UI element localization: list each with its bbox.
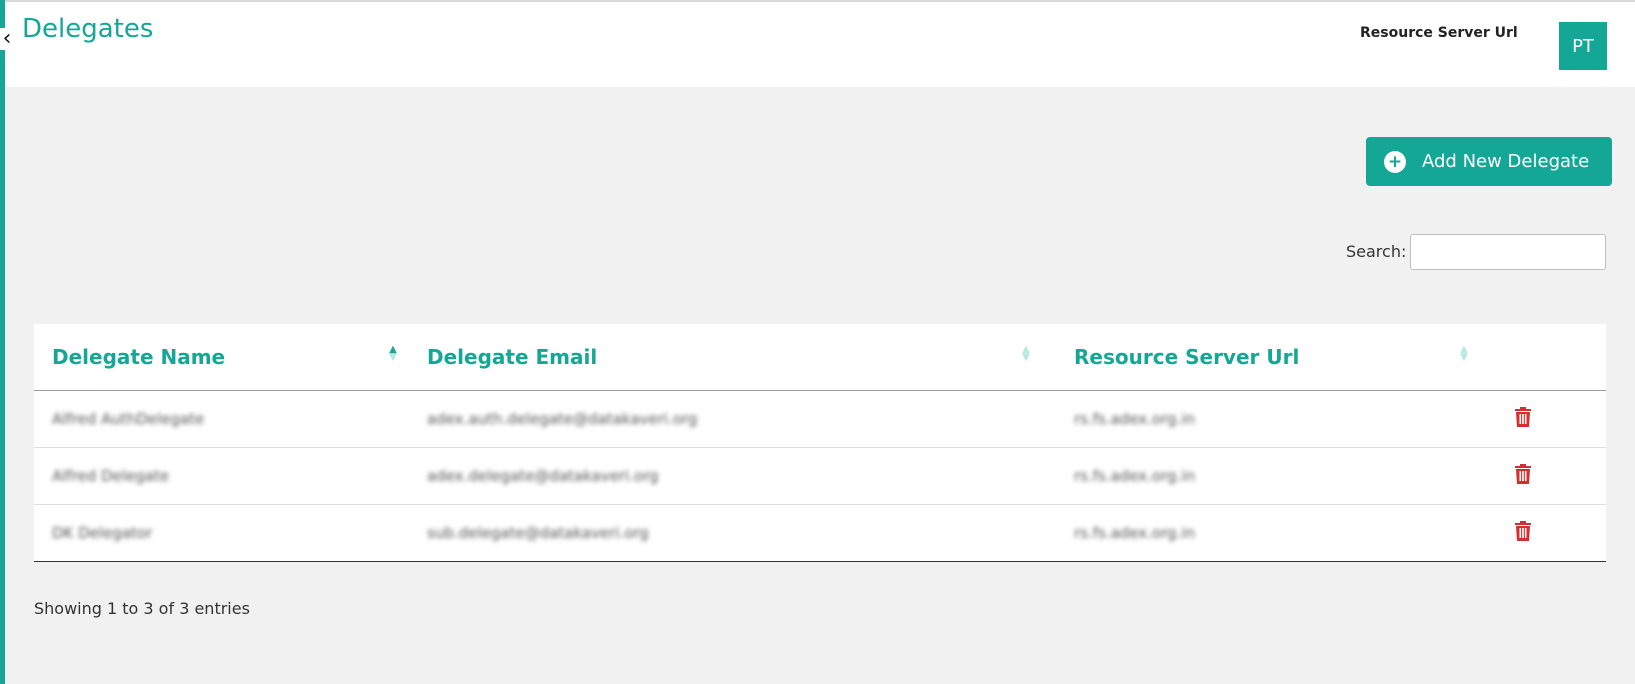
column-header-label: Delegate Name [52,344,226,369]
delegate-name-cell: Alfred Delegate [52,466,170,485]
table-header-row: Delegate Name ▲ ▼ Delegate Email ▲ ▼ Resou… [34,324,1606,391]
top-bar: ‹ Delegates Resource Server Url PT [0,0,1635,87]
resource-server-url-label[interactable]: Resource Server Url [1360,25,1518,41]
chevron-left-icon[interactable]: ‹ [0,28,14,50]
column-header-resource-server-url[interactable]: Resource Server Url ▲ ▼ [1056,324,1494,391]
column-header-delegate-name[interactable]: Delegate Name ▲ ▼ [34,324,409,391]
column-header-label: Delegate Email [427,344,598,369]
trash-icon[interactable] [1514,463,1532,488]
table-info: Showing 1 to 3 of 3 entries [34,599,250,618]
avatar[interactable]: PT [1559,22,1607,70]
table-row: Alfred Delegate adex.delegate@datakaveri… [34,447,1606,505]
search-input[interactable] [1410,234,1606,270]
resource-server-url-cell: rs.fs.adex.org.in [1074,523,1195,542]
resource-server-url-cell: rs.fs.adex.org.in [1074,466,1195,485]
sort-icon: ▲ ▼ [389,344,397,363]
delegate-email-cell: sub.delegate@datakaveri.org [427,523,649,542]
delegate-name-cell: Alfred AuthDelegate [52,409,205,428]
accent-strip [0,0,5,684]
table-row: Alfred AuthDelegate adex.auth.delegate@d… [34,390,1606,448]
sort-icon: ▲ ▼ [1460,344,1468,363]
resource-server-url-cell: rs.fs.adex.org.in [1074,409,1195,428]
trash-icon[interactable] [1514,520,1532,545]
page-title: Delegates [22,14,154,44]
add-new-delegate-button[interactable]: + Add New Delegate [1366,137,1612,186]
plus-circle-icon: + [1384,150,1406,173]
column-header-actions [1494,324,1606,391]
trash-icon[interactable] [1514,406,1532,431]
sort-icon: ▲ ▼ [1022,344,1030,363]
column-header-label: Resource Server Url [1074,344,1300,369]
table-row: DK Delegator sub.delegate@datakaveri.org… [34,504,1606,562]
delegate-email-cell: adex.auth.delegate@datakaveri.org [427,409,698,428]
delegate-email-cell: adex.delegate@datakaveri.org [427,466,659,485]
delegates-table: Delegate Name ▲ ▼ Delegate Email ▲ ▼ Resou… [34,324,1606,562]
search-label: Search: [1346,242,1407,261]
delegate-name-cell: DK Delegator [52,523,153,542]
column-header-delegate-email[interactable]: Delegate Email ▲ ▼ [409,324,1056,391]
add-new-delegate-label: Add New Delegate [1422,151,1590,172]
